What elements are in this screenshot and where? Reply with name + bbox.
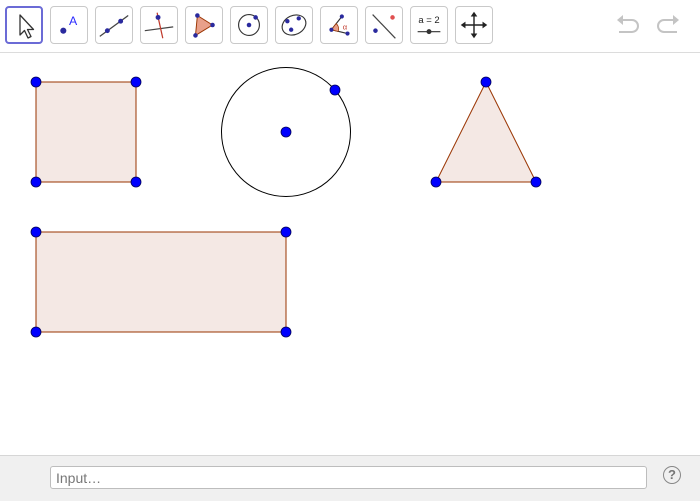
point[interactable] <box>30 176 42 188</box>
point-icon: A <box>60 14 78 34</box>
ellipse-tool-button[interactable] <box>275 6 313 44</box>
graphics-view[interactable] <box>0 53 700 455</box>
point[interactable] <box>130 76 142 88</box>
point[interactable] <box>430 176 442 188</box>
center-point[interactable] <box>280 126 292 138</box>
point[interactable] <box>530 176 542 188</box>
reflect-tool-button[interactable] <box>365 6 403 44</box>
circle-point[interactable] <box>329 84 341 96</box>
input-bar <box>0 455 700 501</box>
point[interactable] <box>30 226 42 238</box>
undo-button[interactable] <box>614 12 644 38</box>
point[interactable] <box>280 326 292 338</box>
angle-tool-button[interactable]: α <box>320 6 358 44</box>
line-tool-button[interactable] <box>95 6 133 44</box>
ellipse-icon <box>281 14 307 36</box>
perpendicular-line-tool-button[interactable] <box>140 6 178 44</box>
undo-icon <box>617 15 639 33</box>
move-graphics-view-tool-button[interactable] <box>455 6 493 44</box>
svg-text:α: α <box>343 23 348 32</box>
move-graphics-view-icon <box>460 11 488 39</box>
circle-center-point-tool-button[interactable] <box>230 6 268 44</box>
move-tool-button[interactable] <box>5 6 43 44</box>
help-icon[interactable]: ? <box>663 466 681 484</box>
point[interactable] <box>480 76 492 88</box>
polygon-tool-button[interactable] <box>185 6 223 44</box>
redo-icon <box>657 15 679 33</box>
point[interactable] <box>30 326 42 338</box>
point-tool-button[interactable]: A <box>50 6 88 44</box>
slider-tool-button[interactable]: a = 2 <box>410 6 448 44</box>
input-field[interactable] <box>50 466 647 489</box>
reflect-icon <box>372 14 396 39</box>
rectangle[interactable] <box>30 226 292 338</box>
svg-text:A: A <box>69 14 78 28</box>
circle-center-point-icon <box>238 14 260 36</box>
point[interactable] <box>130 176 142 188</box>
circle[interactable] <box>221 67 351 197</box>
toolbar: A α a = 2 <box>0 0 700 53</box>
triangle[interactable] <box>430 76 542 188</box>
slider-tool-label: a = 2 <box>418 15 439 26</box>
perpendicular-line-icon <box>144 12 174 39</box>
angle-icon: α <box>329 14 350 36</box>
redo-button[interactable] <box>652 12 682 38</box>
square[interactable] <box>30 76 142 188</box>
line-icon <box>99 15 129 37</box>
point[interactable] <box>30 76 42 88</box>
point[interactable] <box>280 226 292 238</box>
slider-icon: a = 2 <box>417 15 441 35</box>
arrow-cursor-icon <box>19 14 35 39</box>
polygon-icon <box>193 13 215 38</box>
